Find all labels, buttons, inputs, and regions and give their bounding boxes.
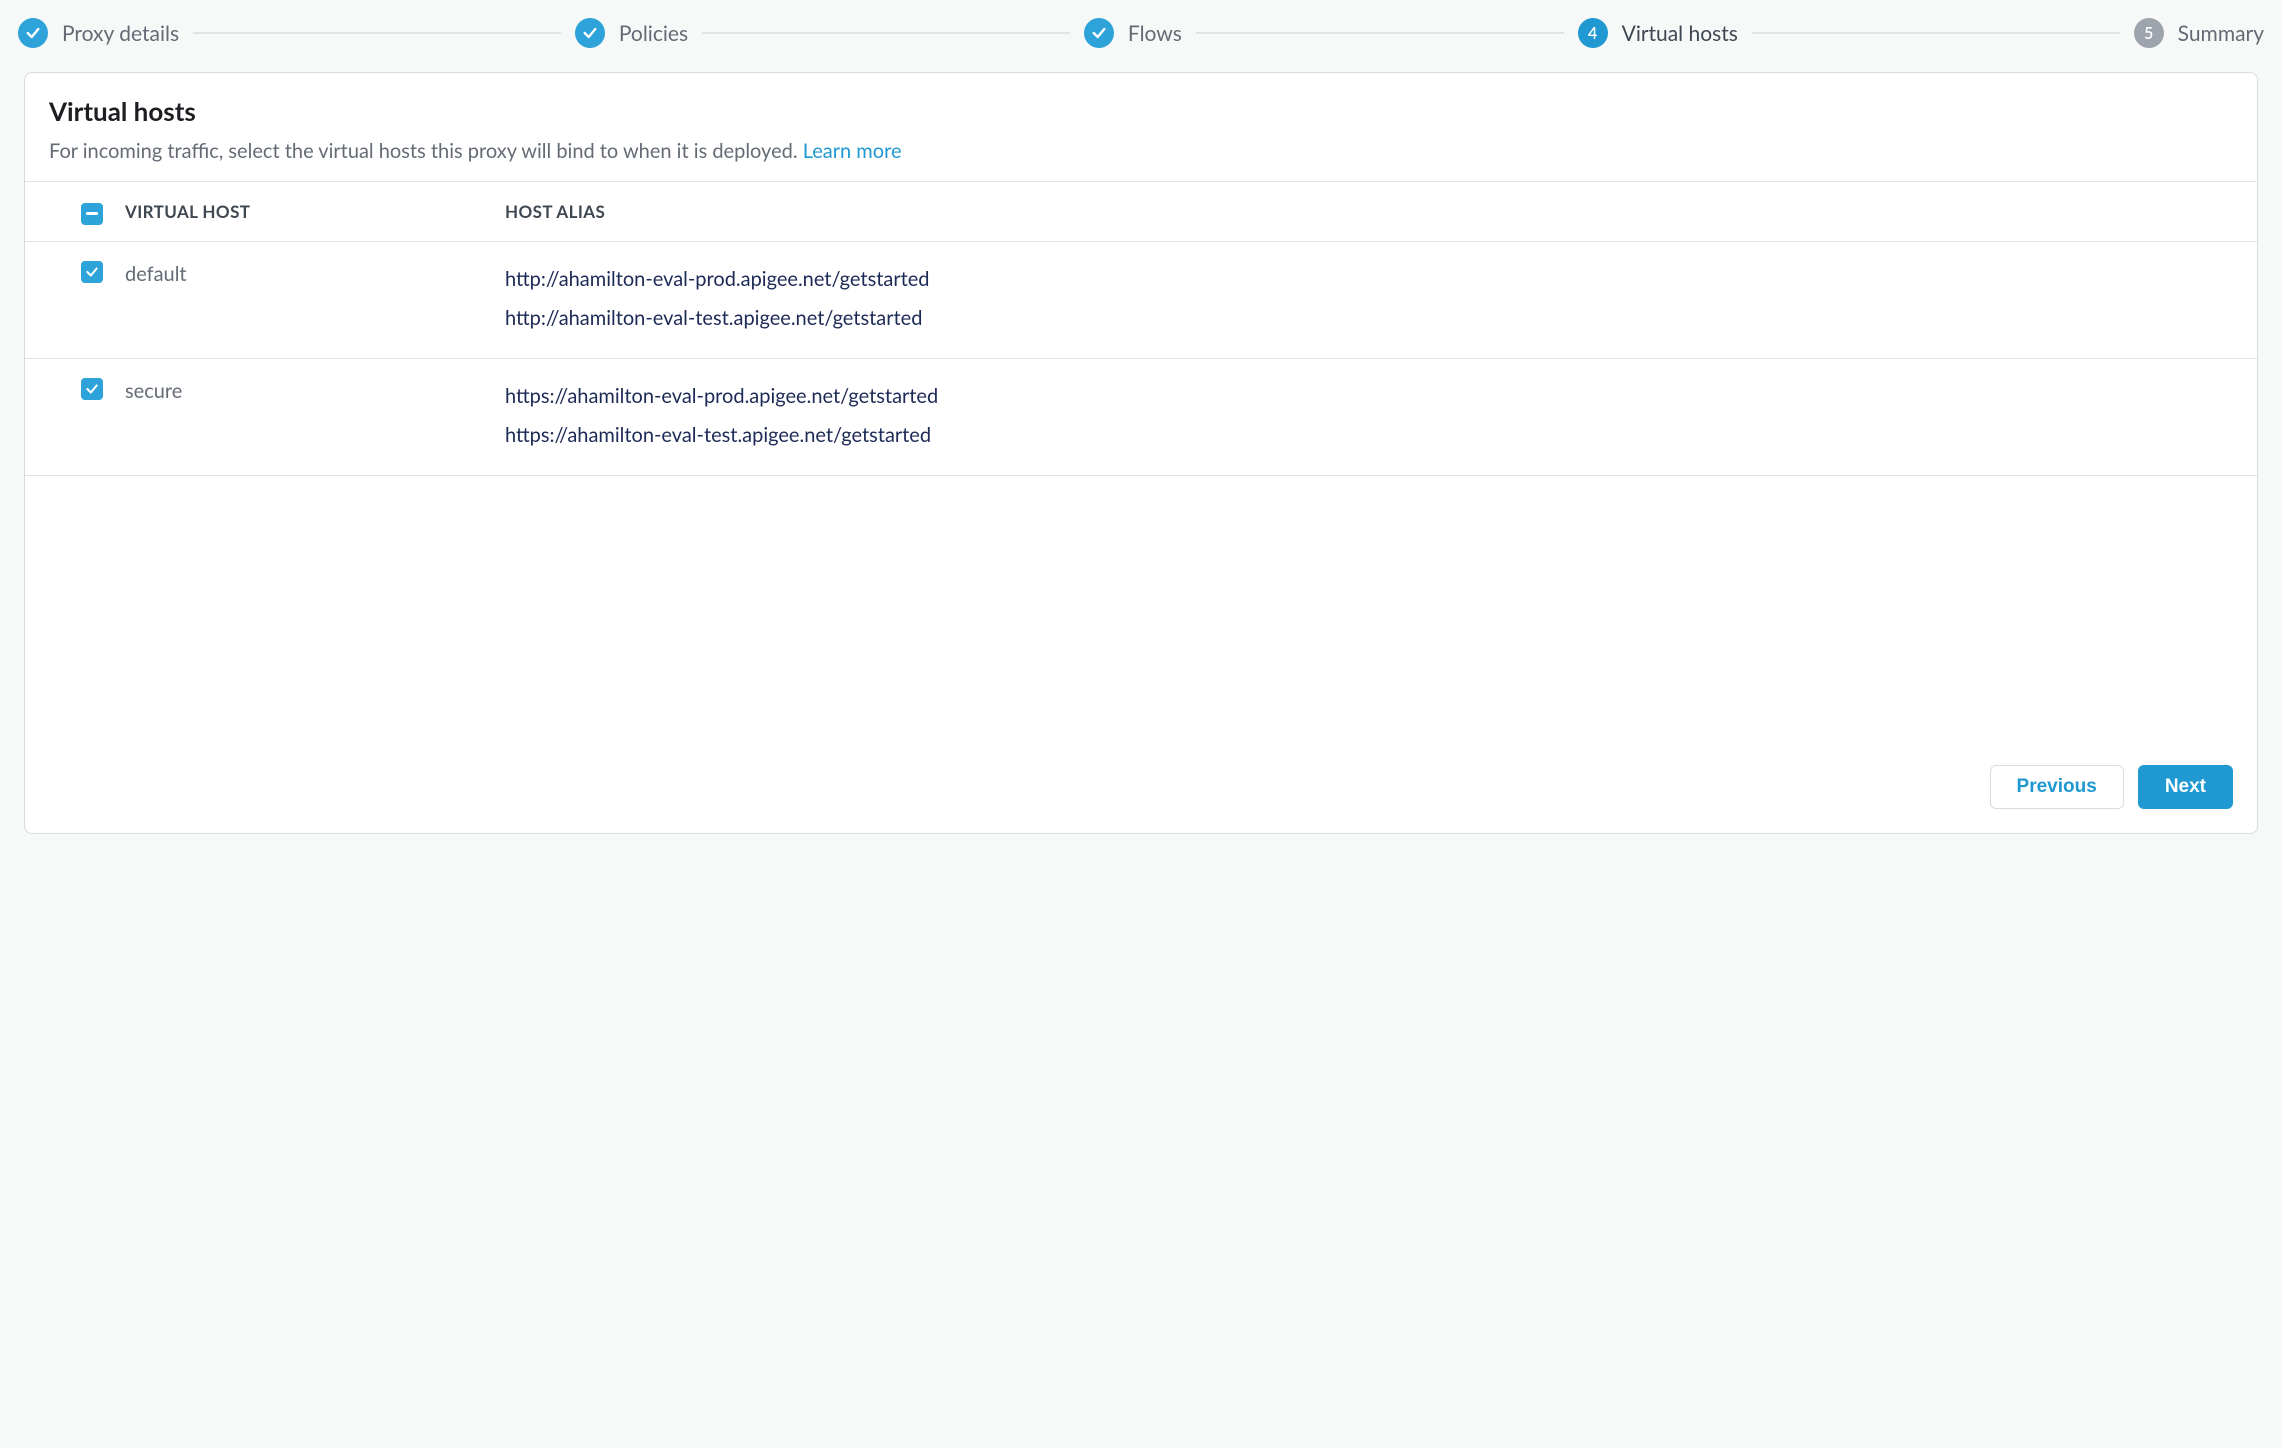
step-connector (193, 32, 561, 34)
indeterminate-icon (86, 212, 98, 215)
virtual-host-name: default (125, 260, 505, 286)
page-title: Virtual hosts (49, 95, 2233, 127)
host-alias: https://ahamilton-eval-test.apigee.net/g… (505, 416, 2257, 455)
step-label: Flows (1128, 21, 1182, 46)
row-checkbox[interactable] (81, 261, 103, 283)
host-alias: https://ahamilton-eval-prod.apigee.net/g… (505, 377, 2257, 416)
step-number-badge: 4 (1578, 18, 1608, 48)
step-virtual-hosts[interactable]: 4 Virtual hosts (1578, 18, 1738, 48)
previous-button[interactable]: Previous (1990, 765, 2124, 809)
step-connector (1196, 32, 1564, 34)
learn-more-link[interactable]: Learn more (803, 139, 902, 163)
host-alias-cell: http://ahamilton-eval-prod.apigee.net/ge… (505, 260, 2257, 338)
step-summary[interactable]: 5 Summary (2134, 18, 2264, 48)
step-label: Proxy details (62, 21, 179, 46)
host-alias: http://ahamilton-eval-test.apigee.net/ge… (505, 299, 2257, 338)
step-label: Summary (2178, 21, 2264, 46)
check-icon (575, 18, 605, 48)
step-policies[interactable]: Policies (575, 18, 688, 48)
select-all-checkbox[interactable] (81, 203, 103, 225)
step-proxy-details[interactable]: Proxy details (18, 18, 179, 48)
check-icon (85, 265, 99, 279)
step-label: Virtual hosts (1622, 21, 1738, 46)
wizard-stepper: Proxy details Policies Flows 4 Virtual h… (0, 0, 2282, 48)
virtual-host-name: secure (125, 377, 505, 403)
step-label: Policies (619, 21, 688, 46)
step-flows[interactable]: Flows (1084, 18, 1182, 48)
check-icon (85, 382, 99, 396)
host-alias: http://ahamilton-eval-prod.apigee.net/ge… (505, 260, 2257, 299)
col-host-alias: HOST ALIAS (505, 201, 2257, 222)
row-checkbox[interactable] (81, 378, 103, 400)
page-subtitle: For incoming traffic, select the virtual… (49, 139, 2233, 163)
step-connector (1752, 32, 2120, 34)
table-header-row: VIRTUAL HOST HOST ALIAS (25, 182, 2257, 242)
virtual-hosts-card: Virtual hosts For incoming traffic, sele… (24, 72, 2258, 834)
table-row: secure https://ahamilton-eval-prod.apige… (25, 359, 2257, 476)
check-icon (1084, 18, 1114, 48)
col-virtual-host: VIRTUAL HOST (125, 201, 505, 222)
table-row: default http://ahamilton-eval-prod.apige… (25, 242, 2257, 359)
next-button[interactable]: Next (2138, 765, 2233, 809)
check-icon (18, 18, 48, 48)
step-connector (702, 32, 1070, 34)
card-footer: Previous Next (25, 765, 2257, 833)
step-number-badge: 5 (2134, 18, 2164, 48)
host-alias-cell: https://ahamilton-eval-prod.apigee.net/g… (505, 377, 2257, 455)
card-header: Virtual hosts For incoming traffic, sele… (25, 73, 2257, 181)
virtual-hosts-table: VIRTUAL HOST HOST ALIAS default http://a… (25, 181, 2257, 476)
page-subtitle-text: For incoming traffic, select the virtual… (49, 139, 803, 163)
